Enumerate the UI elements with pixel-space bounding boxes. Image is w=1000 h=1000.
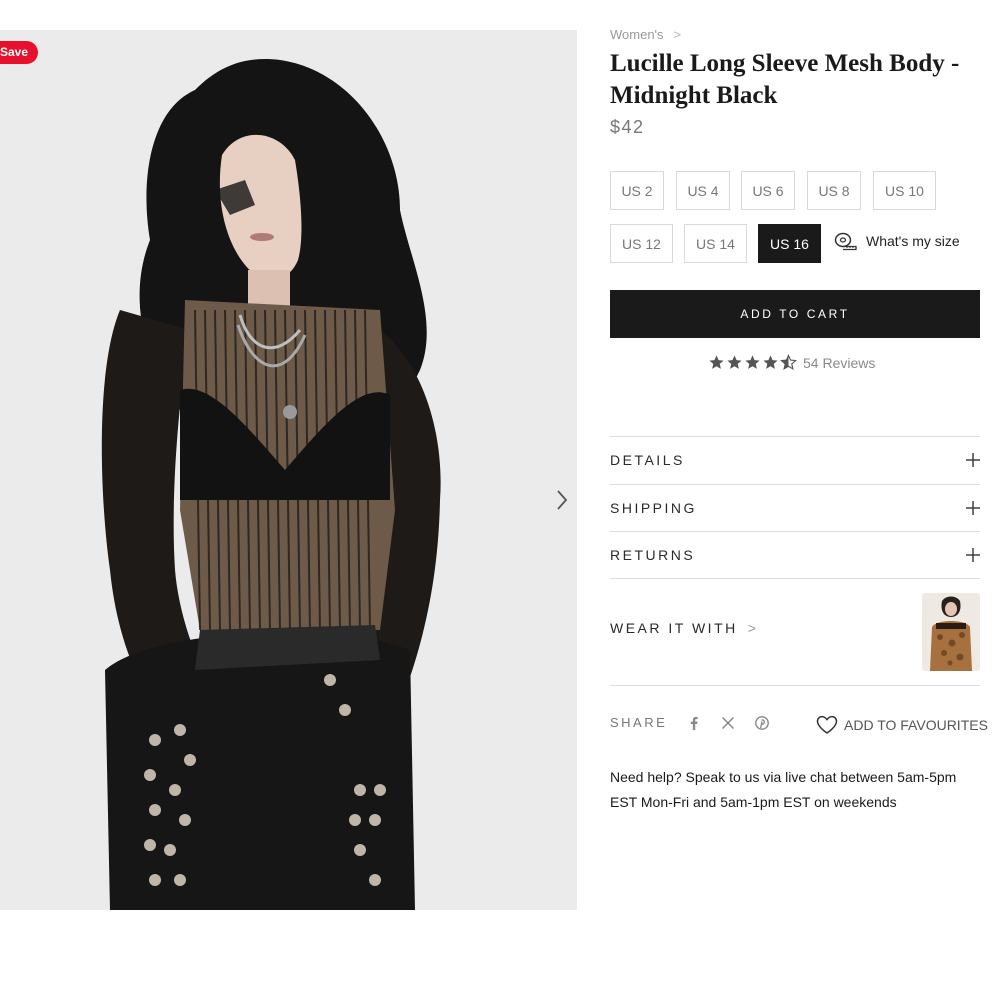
size-guide-label: What's my size <box>866 233 960 249</box>
star-half-icon <box>780 354 797 371</box>
plus-icon <box>966 501 980 515</box>
wear-it-with-label: WEAR IT WITH <box>610 620 738 636</box>
size-option-us-2[interactable]: US 2 <box>610 171 664 210</box>
wear-it-with-thumbnail[interactable] <box>922 593 980 671</box>
share-label: SHARE <box>610 715 668 730</box>
divider <box>610 484 980 485</box>
chevron-right-icon <box>557 490 568 510</box>
size-option-us-6[interactable]: US 6 <box>741 171 795 210</box>
accordion-shipping[interactable]: SHIPPING <box>610 493 980 523</box>
size-option-us-14[interactable]: US 14 <box>684 224 747 263</box>
outfit-thumbnail-image <box>922 593 980 671</box>
add-to-favourites-button[interactable]: ADD TO FAVOURITES <box>816 715 988 735</box>
divider <box>610 436 980 437</box>
size-option-us-10[interactable]: US 10 <box>873 171 936 210</box>
product-photo <box>0 30 577 910</box>
star-full-icon <box>727 355 742 369</box>
product-price: $42 <box>610 117 645 137</box>
star-rating <box>708 354 797 371</box>
accordion-details-label: DETAILS <box>610 452 685 468</box>
accordion-details[interactable]: DETAILS <box>610 445 980 475</box>
size-option-us-12[interactable]: US 12 <box>610 224 673 263</box>
save-badge: Save <box>0 41 39 64</box>
x-icon[interactable] <box>721 716 735 730</box>
measuring-tape-icon <box>834 232 857 251</box>
accordion-shipping-label: SHIPPING <box>610 500 697 516</box>
product-image-gallery[interactable] <box>0 30 577 910</box>
size-option-us-8[interactable]: US 8 <box>807 171 861 210</box>
chevron-right-icon: > <box>747 620 756 636</box>
heart-icon <box>816 715 838 734</box>
size-option-us-4[interactable]: US 4 <box>676 171 730 210</box>
divider <box>610 685 980 686</box>
star-full-icon <box>763 355 778 369</box>
add-to-cart-button[interactable]: ADD TO CART <box>610 290 980 338</box>
accordion-returns[interactable]: RETURNS <box>610 540 980 570</box>
breadcrumb-separator: > <box>673 27 682 42</box>
divider <box>610 531 980 532</box>
size-option-us-16[interactable]: US 16 <box>758 224 821 263</box>
pinterest-icon[interactable] <box>755 715 770 730</box>
plus-icon <box>966 453 980 467</box>
next-image-button[interactable] <box>550 485 574 515</box>
rating-summary[interactable]: 54 Reviews <box>708 354 875 371</box>
wear-it-with-link[interactable]: WEAR IT WITH > <box>610 620 756 636</box>
size-guide-link[interactable]: What's my size <box>834 231 960 251</box>
product-title: Lucille Long Sleeve Mesh Body - Midnight… <box>610 50 960 109</box>
facebook-icon[interactable] <box>687 716 701 730</box>
accordion-returns-label: RETURNS <box>610 547 696 563</box>
help-text: Need help? Speak to us via live chat bet… <box>610 769 957 810</box>
divider <box>610 578 980 579</box>
add-to-favourites-label: ADD TO FAVOURITES <box>844 717 988 733</box>
star-full-icon <box>709 355 724 369</box>
share-bar: SHARE <box>610 715 770 730</box>
review-count: 54 Reviews <box>803 354 876 371</box>
breadcrumb: Women's > <box>610 27 681 42</box>
star-full-icon <box>745 355 760 369</box>
breadcrumb-womens[interactable]: Women's <box>610 27 664 42</box>
plus-icon <box>966 548 980 562</box>
